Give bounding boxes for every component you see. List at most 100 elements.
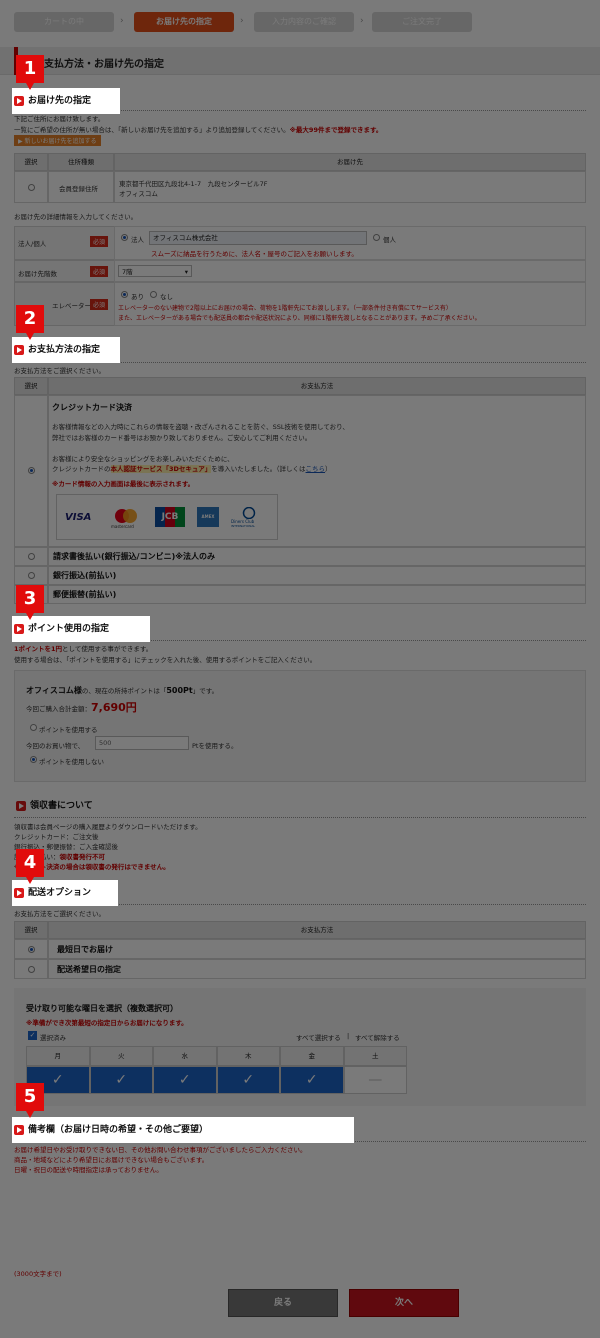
page-title: お支払方法・お届け先の指定 [34, 59, 164, 70]
elevator-no-radio[interactable] [150, 291, 157, 298]
receipt-line: 領収書は会員ページの購入履歴よりダウンロードいただけます。 [14, 823, 202, 831]
date-option: 配送希望日の指定 [57, 965, 121, 974]
col-select: 選択 [14, 921, 48, 939]
corp-radio[interactable] [121, 234, 128, 241]
clear-all-link[interactable]: すべて解除する [355, 1032, 400, 1042]
section2-title-text: お支払方法の指定 [28, 345, 101, 355]
elevator-yes-radio[interactable] [121, 291, 128, 298]
col-method: お支払方法 [48, 377, 586, 395]
next-button[interactable]: 次へ [349, 1289, 459, 1317]
cell: 東京都千代田区九段北4-1-7 九段センタービル7F オフィスコム [114, 171, 586, 203]
corp-option: 法人 [131, 236, 144, 244]
day-checked-cell[interactable]: ✓ [153, 1066, 217, 1094]
step-badge-5: 5 [16, 1083, 44, 1118]
point-desc2: 使用する場合は、「ポイントを使用する」にチェックを入れた後、使用するポイントをご… [14, 656, 317, 664]
postal-option: 郵便振替(前払い) [53, 590, 117, 599]
remarks-note: 日曜・祝日の配送や時間指定は承っておりません。 [14, 1166, 163, 1174]
credit-warning: ※カード情報の入力画面は最後に表示されます。 [52, 480, 195, 488]
section1-desc2: 一覧にご希望の住所が無い場合は、「新しいお届け先を追加する」より追加登録してくだ… [14, 126, 383, 134]
section2-desc: お支払方法をご選択ください。 [14, 367, 105, 375]
checkbox-checked-icon[interactable]: ✓ [28, 1031, 37, 1040]
elevator-label: エレベーター [52, 302, 91, 310]
fastest-option: 最短日でお届け [57, 945, 113, 954]
invoice-option: 請求書後払い(銀行振込/コンビニ)※法人のみ [53, 552, 216, 561]
separator: | [347, 1032, 350, 1040]
floor-label: お届け先階数 [18, 270, 57, 278]
days-note: ※準備ができ次第最短の指定日からお届けになります。 [26, 1019, 188, 1027]
step-badge-3: 3 [16, 585, 44, 620]
day-header: 月 [26, 1046, 90, 1066]
company-input[interactable]: オフィスコム株式会社 [149, 231, 367, 245]
corp-note: スムーズに納品を行うために、法人名・屋号のご記入をお願いします。 [151, 250, 358, 258]
diners-sub: INTERNATIONAL [231, 524, 256, 528]
step-delivery: お届け先の指定 [134, 12, 234, 32]
invoice-radio[interactable] [28, 553, 35, 560]
required-badge: 必須 [90, 236, 109, 247]
diners-logo: Diners Club INTERNATIONAL [231, 507, 267, 529]
step-complete: ご注文完了 [372, 12, 472, 32]
selected-label: 選択済み [40, 1034, 66, 1042]
play-icon [14, 624, 24, 634]
point-status: オフィスコム様の、現在の所持ポイントは「500Pt」です。 [26, 686, 219, 695]
section5-title: 備考欄（お届け日時の希望・その他ご要望） [12, 1117, 354, 1143]
section1-title-text: お届け先の指定 [28, 96, 92, 106]
person-option: 個人 [383, 236, 396, 244]
cell: 配送希望日の指定 [48, 959, 586, 979]
day-disabled-cell[interactable]: — [343, 1066, 407, 1094]
address-radio[interactable] [28, 184, 35, 191]
col-address-type: 住所種類 [48, 153, 114, 171]
day-header: 金 [280, 1046, 344, 1066]
details-link[interactable]: こちら [306, 465, 326, 473]
add-address-button[interactable]: ▶ 新しいお届け先を追加する [14, 135, 101, 146]
remarks-textarea[interactable] [14, 1180, 586, 1268]
play-icon [16, 801, 26, 811]
char-limit: (3000文字まで) [14, 1270, 62, 1278]
col-destination: お届け先 [114, 153, 586, 171]
use-point-radio[interactable] [30, 724, 37, 731]
elevator-note1: エレベーターのない建物で2階以上にお届けの場合、荷物を1階軒先にてお渡しします。… [118, 305, 452, 312]
credit-text: お客様により安全なショッピングをお楽しみいただくために、 [52, 455, 234, 463]
select-all-link[interactable]: すべて選択する [296, 1032, 341, 1042]
day-checked-cell[interactable]: ✓ [216, 1066, 280, 1094]
step-badge-4: 4 [16, 849, 44, 884]
person-radio[interactable] [373, 234, 380, 241]
back-button[interactable]: 戻る [228, 1289, 338, 1317]
point-input[interactable]: 500 [95, 736, 189, 750]
cell [14, 395, 48, 547]
bank-option: 銀行振込(前払い) [53, 571, 117, 580]
section5-title-text: 備考欄（お届け日時の希望・その他ご要望） [28, 1125, 209, 1135]
chevron-right-icon: › [120, 16, 124, 26]
day-checked-cell[interactable]: ✓ [89, 1066, 153, 1094]
step-cart: カートの中 [14, 12, 114, 32]
amex-logo: AMEX [197, 507, 219, 527]
day-header: 木 [216, 1046, 280, 1066]
day-checked-cell[interactable]: ✓ [280, 1066, 344, 1094]
detail-note: お届け先の詳細情報を入力してください。 [14, 213, 138, 221]
cell: 会員登録住所 [48, 171, 114, 203]
chevron-right-icon: › [240, 16, 244, 26]
col-select: 選択 [14, 377, 48, 395]
day-header: 土 [343, 1046, 407, 1066]
card-brands: VISA mastercard JCB AMEX Diners Club INT… [56, 494, 278, 540]
floor-select[interactable]: 7階 ▾ [118, 265, 192, 277]
fastest-radio[interactable] [28, 946, 35, 953]
credit-radio[interactable] [28, 467, 35, 474]
days-title: 受け取り可能な曜日を選択（複数選択可） [26, 1004, 178, 1013]
visa-logo: VISA [65, 512, 92, 523]
receipt-title: 領収書について [14, 793, 134, 819]
no-point-radio[interactable] [30, 756, 37, 763]
elevator-yes: あり [131, 293, 144, 301]
address-line1: 東京都千代田区九段北4-1-7 九段センタービル7F [119, 180, 268, 188]
corp-label: 法人/個人 [18, 240, 47, 248]
jcb-logo: JCB [155, 507, 185, 527]
remarks-note: 商品・地域などにより希望日にお届けできない場合もございます。 [14, 1156, 209, 1164]
elevator-no: なし [160, 293, 173, 301]
total-line: 今回ご購入合計金額：7,690円 [26, 701, 137, 714]
cell: 郵便振替(前払い) [48, 585, 586, 604]
section1-desc: 下記ご住所にお届け致します。 [14, 115, 105, 123]
cell [14, 566, 48, 585]
receipt-line: クレジットカード：ご注文後 [14, 833, 99, 841]
bank-radio[interactable] [28, 572, 35, 579]
date-radio[interactable] [28, 966, 35, 973]
purchase-label: 今回のお買い物で、 [26, 742, 85, 750]
